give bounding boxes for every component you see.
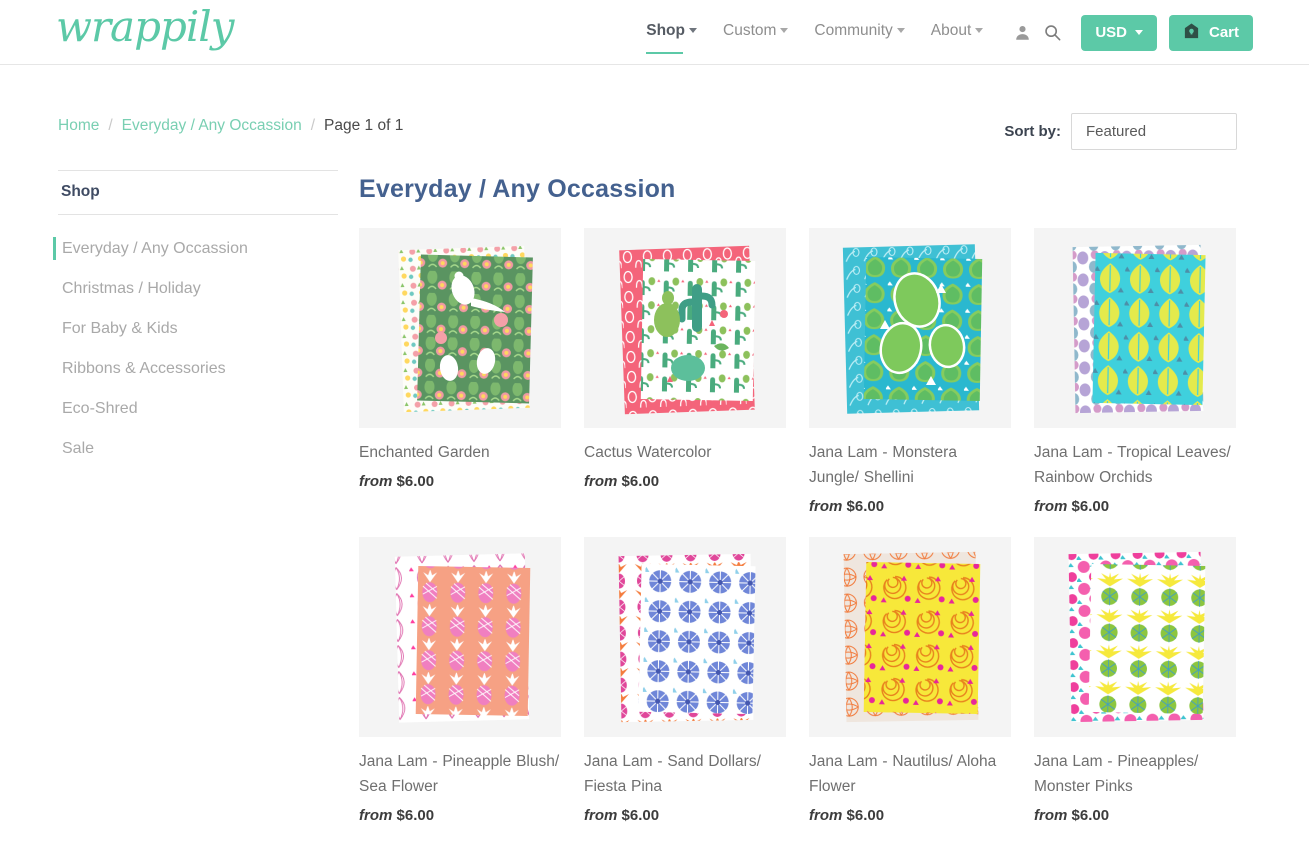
price-amount: $6.00 (621, 807, 660, 825)
product-image-enchanted-garden[interactable] (359, 228, 561, 428)
price-amount: $6.00 (1071, 498, 1110, 516)
sidebar-title: Shop (61, 183, 100, 200)
price-prefix: from (584, 473, 618, 491)
product-title[interactable]: Jana Lam - Nautilus/ Aloha Flower (809, 749, 1011, 799)
product-card[interactable]: Cactus Watercolor from $6.00 (584, 228, 786, 515)
product-price: from $6.00 (1034, 807, 1236, 824)
sidebar-item-baby-kids[interactable]: For Baby & Kids (58, 309, 338, 349)
sort-selected-value: Featured (1086, 123, 1147, 140)
product-price: from $6.00 (359, 473, 561, 490)
nav-item-shop[interactable]: Shop (646, 21, 697, 54)
sidebar-item-eco-shred[interactable]: Eco-Shred (58, 389, 338, 429)
price-amount: $6.00 (396, 473, 435, 491)
product-image-nautilus-aloha[interactable] (809, 537, 1011, 738)
product-grid: Enchanted Garden from $6.00 Cactus Water… (359, 228, 1249, 824)
price-prefix: from (809, 807, 843, 825)
sidebar-item-christmas[interactable]: Christmas / Holiday (58, 269, 338, 309)
nav-item-custom[interactable]: Custom (723, 21, 789, 44)
price-amount: $6.00 (1071, 807, 1110, 825)
sidebar-item-everyday[interactable]: Everyday / Any Occassion (53, 229, 338, 269)
nav-item-about[interactable]: About (931, 22, 984, 44)
product-price: from $6.00 (584, 473, 786, 490)
price-prefix: from (1034, 498, 1068, 516)
product-title[interactable]: Jana Lam - Monstera Jungle/ Shellini (809, 440, 1011, 490)
nav-item-community-label: Community (814, 21, 893, 39)
product-card[interactable]: Jana Lam - Pineapples/ Monster Pinks fro… (1034, 537, 1236, 824)
product-image-cactus-watercolor[interactable] (584, 228, 786, 428)
product-title[interactable]: Jana Lam - Pineapples/ Monster Pinks (1034, 749, 1236, 799)
chevron-down-icon (975, 27, 984, 33)
account-icon[interactable] (1009, 20, 1035, 46)
product-image-pineapples-monster[interactable] (1034, 537, 1236, 738)
price-prefix: from (1034, 807, 1068, 825)
price-amount: $6.00 (846, 807, 885, 825)
breadcrumb-home[interactable]: Home (58, 117, 99, 135)
product-price: from $6.00 (359, 807, 561, 824)
currency-label: USD (1095, 24, 1127, 41)
nav-item-about-label: About (930, 21, 972, 39)
product-card[interactable]: Jana Lam - Nautilus/ Aloha Flower from $… (809, 537, 1011, 824)
cart-button[interactable]: Cart (1168, 14, 1253, 51)
price-amount: $6.00 (396, 807, 435, 825)
nav-active-underline (646, 51, 683, 54)
product-title[interactable]: Enchanted Garden (359, 440, 561, 465)
sort-control: Sort by: Featured (1004, 113, 1237, 150)
product-price: from $6.00 (584, 807, 786, 824)
sidebar: Shop Everyday / Any Occassion Christmas … (53, 170, 338, 469)
site-logo[interactable]: wrappily (56, 2, 234, 51)
product-price: from $6.00 (809, 807, 1011, 824)
nav-item-custom-label: Custom (723, 21, 777, 39)
page-title: Everyday / Any Occassion (359, 175, 676, 203)
breadcrumb-page: Page 1 of 1 (324, 117, 404, 134)
main-content: Everyday / Any Occassion Enchanted Garde… (359, 175, 1249, 824)
product-image-pineapple-blush[interactable] (359, 537, 561, 738)
chevron-down-icon (1134, 30, 1143, 35)
cart-label: Cart (1208, 24, 1239, 41)
search-icon[interactable] (1039, 20, 1065, 46)
product-card[interactable]: Jana Lam - Pineapple Blush/ Sea Flower f… (359, 537, 561, 824)
sidebar-item-sale[interactable]: Sale (58, 429, 338, 469)
price-prefix: from (359, 473, 393, 491)
sidebar-item-ribbons[interactable]: Ribbons & Accessories (58, 349, 338, 389)
price-amount: $6.00 (621, 473, 660, 491)
price-prefix: from (809, 498, 843, 516)
product-card[interactable]: Jana Lam - Tropical Leaves/ Rainbow Orch… (1034, 228, 1236, 515)
main-navigation: Shop Custom Community About USD Cart (646, 0, 1253, 65)
sort-select[interactable]: Featured (1071, 113, 1237, 150)
product-card[interactable]: Jana Lam - Sand Dollars/ Fiesta Pina fro… (584, 537, 786, 824)
site-header: wrappily Shop Custom Community About USD… (0, 0, 1309, 65)
breadcrumb-separator: / (310, 117, 316, 134)
product-price: from $6.00 (809, 498, 1011, 515)
product-card[interactable]: Enchanted Garden from $6.00 (359, 228, 561, 515)
product-title[interactable]: Jana Lam - Pineapple Blush/ Sea Flower (359, 749, 561, 799)
sidebar-list: Everyday / Any Occassion Christmas / Hol… (53, 215, 338, 469)
product-image-sand-dollars[interactable] (584, 537, 786, 738)
logo-text: wrappily (56, 2, 234, 51)
product-image-tropical-leaves[interactable] (1034, 228, 1236, 428)
chevron-down-icon (689, 27, 697, 33)
sort-label: Sort by: (1004, 123, 1061, 140)
product-price: from $6.00 (1034, 498, 1236, 515)
chevron-down-icon (780, 27, 789, 33)
product-card[interactable]: Jana Lam - Monstera Jungle/ Shellini fro… (809, 228, 1011, 515)
breadcrumb: Home / Everyday / Any Occassion / Page 1… (58, 117, 403, 135)
product-title[interactable]: Jana Lam - Tropical Leaves/ Rainbow Orch… (1034, 440, 1236, 490)
product-title[interactable]: Jana Lam - Sand Dollars/ Fiesta Pina (584, 749, 786, 799)
currency-selector[interactable]: USD (1081, 14, 1157, 51)
product-title[interactable]: Cactus Watercolor (584, 440, 786, 465)
product-image-monstera-jungle[interactable] (809, 228, 1011, 428)
price-prefix: from (359, 807, 393, 825)
breadcrumb-category[interactable]: Everyday / Any Occassion (122, 117, 302, 135)
breadcrumb-separator: / (108, 117, 113, 134)
nav-item-shop-label: Shop (646, 21, 685, 39)
nav-item-community[interactable]: Community (814, 21, 905, 44)
chevron-down-icon (896, 27, 905, 33)
price-prefix: from (584, 807, 618, 825)
bag-icon (1183, 22, 1200, 44)
price-amount: $6.00 (846, 498, 885, 516)
